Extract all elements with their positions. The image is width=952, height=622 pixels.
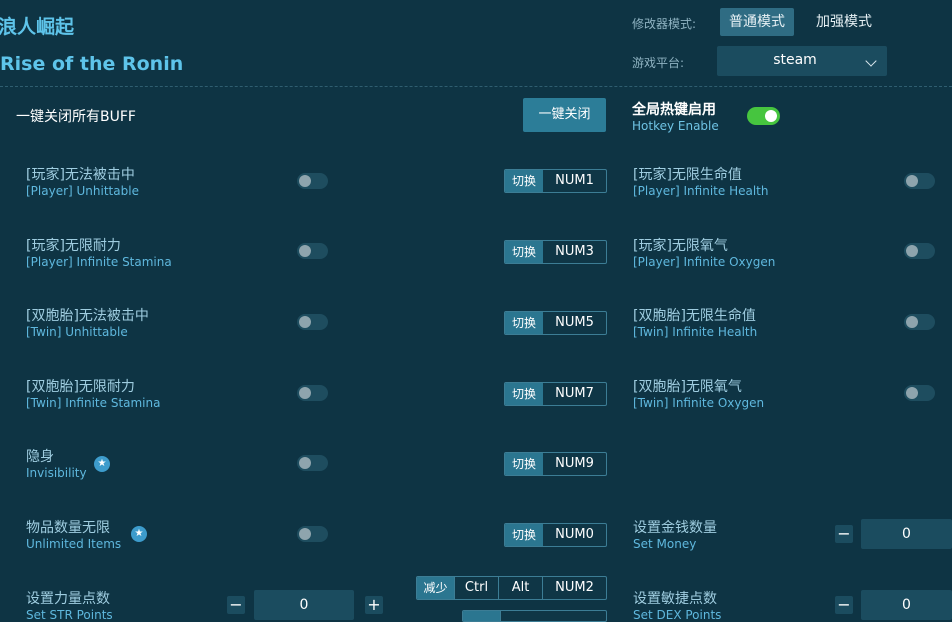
app-title-cn: 浪人崛起 xyxy=(0,16,75,38)
hotkey-key: NUM7 xyxy=(555,386,594,401)
option-sublabel: Unlimited Items xyxy=(26,537,122,551)
option-toggle[interactable] xyxy=(297,173,328,189)
option-sublabel: [Player] Unhittable xyxy=(26,184,139,198)
str-decrement-button[interactable]: − xyxy=(227,596,245,614)
hotkey-binding[interactable]: 切换 NUM1 xyxy=(504,169,607,193)
hotkey-switch-label: 切换 xyxy=(505,383,543,405)
hotkey-binding[interactable]: 切换 NUM3 xyxy=(504,240,607,264)
toggle-knob xyxy=(299,316,311,328)
enhanced-mode-button[interactable]: 加强模式 xyxy=(807,8,881,36)
dex-decrement-button[interactable]: − xyxy=(835,596,853,614)
toggle-knob xyxy=(299,387,311,399)
star-icon: ★ xyxy=(94,456,110,472)
hotkey-switch-label: 切换 xyxy=(505,241,543,263)
option-label: [双胞胎]无限生命值 xyxy=(633,308,756,324)
option-toggle[interactable] xyxy=(904,173,935,189)
set-str-sublabel: Set STR Points xyxy=(26,608,113,622)
set-str-label: 设置力量点数 xyxy=(26,591,110,607)
option-label: [玩家]无限耐力 xyxy=(26,238,121,254)
platform-value: steam xyxy=(773,52,817,68)
star-icon: ★ xyxy=(131,526,147,542)
close-all-button[interactable]: 一键关闭 xyxy=(523,98,606,132)
option-toggle[interactable] xyxy=(297,314,328,330)
option-sublabel: [Player] Infinite Stamina xyxy=(26,255,172,269)
hotkey-enable-sublabel: Hotkey Enable xyxy=(632,119,719,133)
hotkey-binding[interactable]: 切换 NUM5 xyxy=(504,311,607,335)
option-toggle[interactable] xyxy=(297,526,328,542)
option-toggle[interactable] xyxy=(904,314,935,330)
str-hotkey-binding-2[interactable] xyxy=(462,610,607,622)
option-label: [双胞胎]无限氧气 xyxy=(633,379,742,395)
hotkey-switch-label: 切换 xyxy=(505,170,543,192)
option-sublabel: [Player] Infinite Health xyxy=(633,184,769,198)
option-label: [玩家]无法被击中 xyxy=(26,167,135,183)
option-toggle[interactable] xyxy=(297,385,328,401)
option-label: 物品数量无限 xyxy=(26,520,110,536)
money-value-input[interactable]: 0 xyxy=(861,519,952,549)
hotkey-key-cut xyxy=(500,611,606,621)
hotkey-label-cut xyxy=(463,611,500,621)
hotkey-key: NUM0 xyxy=(555,527,594,542)
hotkey-enable-label: 全局热键启用 xyxy=(632,102,716,118)
option-label: [玩家]无限生命值 xyxy=(633,167,742,183)
hotkey-enable-toggle[interactable] xyxy=(747,107,780,125)
toggle-knob xyxy=(765,110,777,122)
hotkey-decrease-label: 减少 xyxy=(417,577,454,599)
option-toggle[interactable] xyxy=(904,385,935,401)
header-divider xyxy=(0,86,952,87)
hotkey-key-alt: Alt xyxy=(498,577,542,599)
hotkey-switch-label: 切换 xyxy=(505,312,543,334)
mode-label: 修改器模式: xyxy=(632,17,697,31)
option-label: [双胞胎]无法被击中 xyxy=(26,308,149,324)
option-label: [玩家]无限氧气 xyxy=(633,238,728,254)
set-money-sublabel: Set Money xyxy=(633,537,697,551)
option-label: [双胞胎]无限耐力 xyxy=(26,379,135,395)
option-label: 隐身 xyxy=(26,449,54,465)
toggle-knob xyxy=(906,245,918,257)
normal-mode-button[interactable]: 普通模式 xyxy=(720,8,794,36)
toggle-knob xyxy=(299,175,311,187)
str-hotkey-binding[interactable]: 减少 Ctrl Alt NUM2 xyxy=(416,576,607,600)
close-all-label: 一键关闭所有BUFF xyxy=(16,109,136,125)
option-sublabel: [Twin] Infinite Oxygen xyxy=(633,396,765,410)
hotkey-binding[interactable]: 切换 NUM0 xyxy=(504,523,607,547)
set-dex-sublabel: Set DEX Points xyxy=(633,608,722,622)
toggle-knob xyxy=(906,316,918,328)
hotkey-binding[interactable]: 切换 NUM7 xyxy=(504,382,607,406)
option-sublabel: [Twin] Unhittable xyxy=(26,325,128,339)
hotkey-switch-label: 切换 xyxy=(505,453,543,475)
option-toggle[interactable] xyxy=(297,455,328,471)
platform-label: 游戏平台: xyxy=(632,56,685,70)
app-title-en: Rise of the Ronin xyxy=(0,53,184,75)
hotkey-key-num2: NUM2 xyxy=(542,577,606,599)
set-money-label: 设置金钱数量 xyxy=(633,520,717,536)
option-sublabel: Invisibility xyxy=(26,466,87,480)
platform-select[interactable]: steam xyxy=(717,46,887,76)
toggle-knob xyxy=(906,387,918,399)
set-dex-label: 设置敏捷点数 xyxy=(633,591,717,607)
str-increment-button[interactable]: + xyxy=(365,596,383,614)
hotkey-key: NUM3 xyxy=(555,244,594,259)
toggle-knob xyxy=(299,245,311,257)
option-sublabel: [Player] Infinite Oxygen xyxy=(633,255,776,269)
option-toggle[interactable] xyxy=(904,243,935,259)
toggle-knob xyxy=(906,175,918,187)
option-sublabel: [Twin] Infinite Health xyxy=(633,325,758,339)
hotkey-key: NUM5 xyxy=(555,315,594,330)
option-sublabel: [Twin] Infinite Stamina xyxy=(26,396,161,410)
hotkey-key: NUM9 xyxy=(555,456,594,471)
hotkey-key-ctrl: Ctrl xyxy=(454,577,498,599)
option-toggle[interactable] xyxy=(297,243,328,259)
money-decrement-button[interactable]: − xyxy=(835,525,853,543)
hotkey-switch-label: 切换 xyxy=(505,524,543,546)
toggle-knob xyxy=(299,457,311,469)
hotkey-key: NUM1 xyxy=(555,173,594,188)
hotkey-binding[interactable]: 切换 NUM9 xyxy=(504,452,607,476)
toggle-knob xyxy=(299,528,311,540)
